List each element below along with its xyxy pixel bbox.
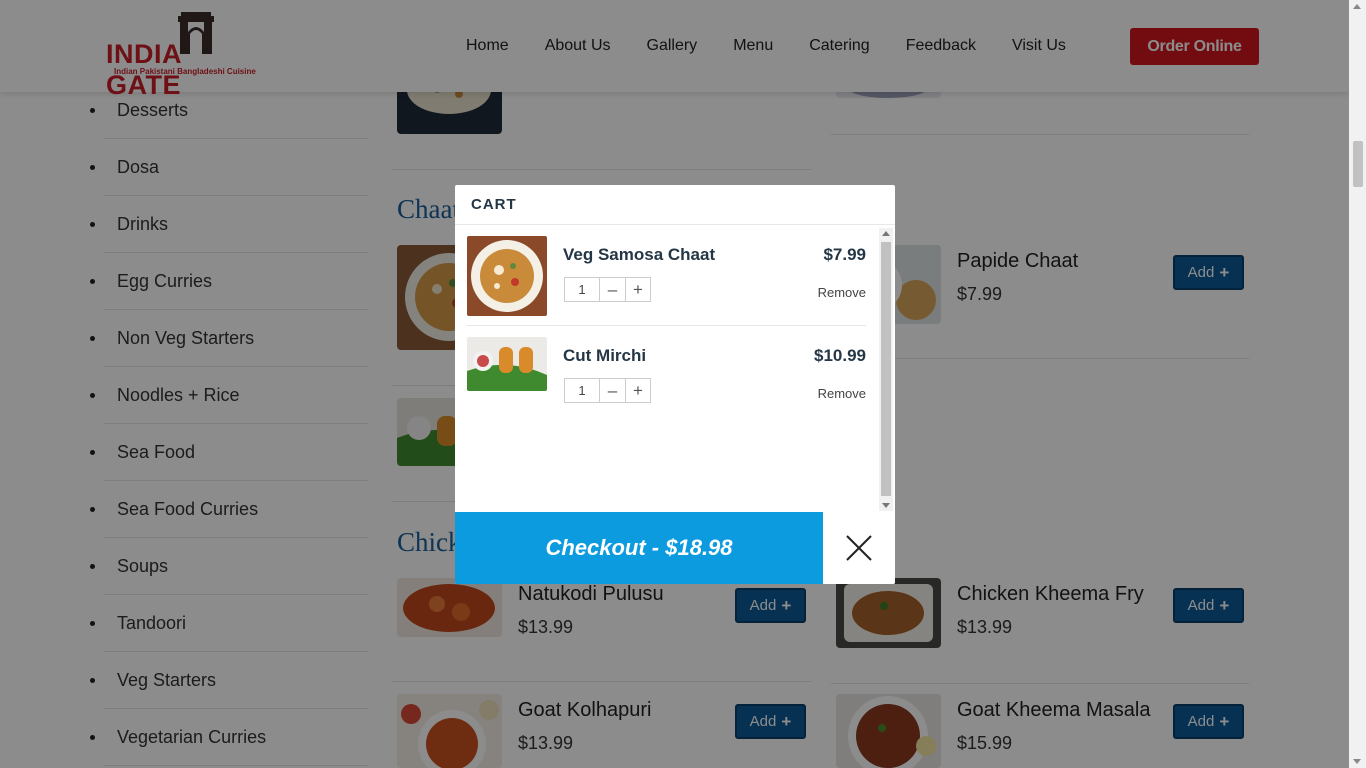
cart-item-price: $10.99	[814, 346, 866, 365]
plus-icon[interactable]: +	[625, 379, 650, 402]
cart-scrollbar[interactable]	[879, 228, 893, 511]
cart-modal: CART Veg Samosa Chaat $7.99 1 – + Remove…	[455, 185, 895, 584]
cart-item-name: Veg Samosa Chaat	[563, 245, 716, 264]
scroll-down-icon[interactable]	[1353, 759, 1361, 764]
quantity-stepper: 1 – +	[564, 378, 651, 403]
scroll-up-icon[interactable]	[882, 231, 890, 236]
cart-items-list: Veg Samosa Chaat $7.99 1 – + Remove Cut …	[455, 225, 895, 512]
close-cart-button[interactable]	[823, 512, 895, 584]
plus-icon[interactable]: +	[625, 278, 650, 301]
checkout-button[interactable]: Checkout - $18.98	[455, 512, 823, 584]
page-scrollbar[interactable]	[1349, 0, 1366, 768]
cart-item-image	[467, 236, 547, 316]
remove-link[interactable]: Remove	[818, 386, 866, 401]
cart-item: Cut Mirchi $10.99 1 – + Remove	[467, 326, 866, 427]
quantity-stepper: 1 – +	[564, 277, 651, 302]
quantity-input[interactable]: 1	[565, 278, 600, 301]
cart-item-name: Cut Mirchi	[563, 346, 647, 365]
quantity-input[interactable]: 1	[565, 379, 600, 402]
cart-title: CART	[455, 185, 895, 225]
scroll-down-icon[interactable]	[882, 503, 890, 508]
remove-link[interactable]: Remove	[818, 285, 866, 300]
minus-icon[interactable]: –	[600, 379, 625, 402]
close-icon	[846, 535, 872, 561]
cart-item-price: $7.99	[823, 245, 866, 264]
cart-item-image	[467, 337, 547, 391]
cart-item: Veg Samosa Chaat $7.99 1 – + Remove	[467, 225, 866, 326]
scrollbar-thumb[interactable]	[881, 242, 891, 496]
scrollbar-thumb[interactable]	[1353, 141, 1363, 187]
scroll-up-icon[interactable]	[1353, 4, 1361, 9]
minus-icon[interactable]: –	[600, 278, 625, 301]
